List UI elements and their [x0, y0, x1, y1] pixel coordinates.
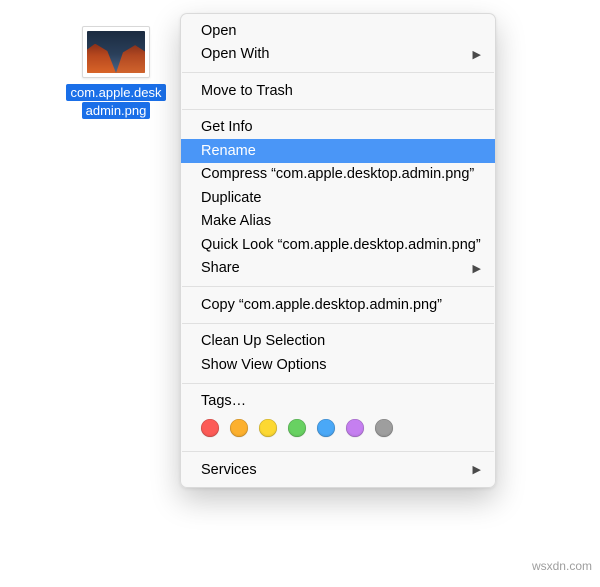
tag-dot-3[interactable] [288, 419, 306, 437]
context-menu: Open Open With ▶ Move to Trash Get Info Renam… [180, 13, 496, 488]
tag-dot-6[interactable] [375, 419, 393, 437]
submenu-arrow-icon: ▶ [473, 262, 481, 275]
menu-separator [182, 286, 494, 287]
tag-dot-4[interactable] [317, 419, 335, 437]
watermark: wsxdn.com [532, 559, 592, 573]
menu-item-label: Open [201, 23, 236, 39]
file-thumbnail-image [87, 31, 145, 73]
file-name-text: com.apple.deskadmin.png [66, 84, 165, 119]
menu-item-label: Move to Trash [201, 83, 293, 99]
menu-item-label: Make Alias [201, 213, 271, 229]
tag-dot-1[interactable] [230, 419, 248, 437]
menu-item-open[interactable]: Open [181, 19, 495, 43]
menu-item-label: Quick Look “com.apple.desktop.admin.png” [201, 237, 481, 253]
menu-item-services[interactable]: Services ▶ [181, 458, 495, 482]
menu-item-label: Compress “com.apple.desktop.admin.png” [201, 166, 474, 182]
menu-item-share[interactable]: Share ▶ [181, 257, 495, 281]
file-thumbnail-frame [82, 26, 150, 78]
file-name-label[interactable]: com.apple.deskadmin.png [66, 84, 165, 119]
menu-item-label: Clean Up Selection [201, 333, 325, 349]
tag-dot-2[interactable] [259, 419, 277, 437]
menu-item-label: Show View Options [201, 357, 326, 373]
tags-row [181, 413, 495, 445]
menu-item-label: Get Info [201, 119, 253, 135]
menu-item-label: Duplicate [201, 190, 261, 206]
menu-separator [182, 383, 494, 384]
tag-dot-5[interactable] [346, 419, 364, 437]
menu-item-quick-look-com-apple-desktop-a[interactable]: Quick Look “com.apple.desktop.admin.png” [181, 233, 495, 257]
menu-item-get-info[interactable]: Get Info [181, 116, 495, 140]
menu-item-label: Rename [201, 143, 256, 159]
menu-separator [182, 72, 494, 73]
menu-item-label: Open With [201, 46, 270, 62]
menu-item-open-with[interactable]: Open With ▶ [181, 43, 495, 67]
menu-item-rename[interactable]: Rename [181, 139, 495, 163]
menu-item-move-to-trash[interactable]: Move to Trash [181, 79, 495, 103]
menu-item-make-alias[interactable]: Make Alias [181, 210, 495, 234]
menu-item-copy-com-apple-desktop-admin-p[interactable]: Copy “com.apple.desktop.admin.png” [181, 293, 495, 317]
file-item[interactable]: com.apple.deskadmin.png [62, 26, 170, 119]
menu-item-clean-up-selection[interactable]: Clean Up Selection [181, 330, 495, 354]
menu-item-label: Tags… [201, 393, 246, 409]
menu-item-label: Services [201, 462, 257, 478]
menu-separator [182, 451, 494, 452]
submenu-arrow-icon: ▶ [473, 48, 481, 61]
menu-item-label: Share [201, 260, 240, 276]
menu-separator [182, 323, 494, 324]
tag-dot-0[interactable] [201, 419, 219, 437]
menu-item-duplicate[interactable]: Duplicate [181, 186, 495, 210]
menu-separator [182, 109, 494, 110]
menu-item-label: Copy “com.apple.desktop.admin.png” [201, 297, 442, 313]
menu-item-compress-com-apple-desktop-adm[interactable]: Compress “com.apple.desktop.admin.png” [181, 163, 495, 187]
menu-item-show-view-options[interactable]: Show View Options [181, 353, 495, 377]
menu-item-tags[interactable]: Tags… [181, 390, 495, 414]
submenu-arrow-icon: ▶ [473, 463, 481, 476]
